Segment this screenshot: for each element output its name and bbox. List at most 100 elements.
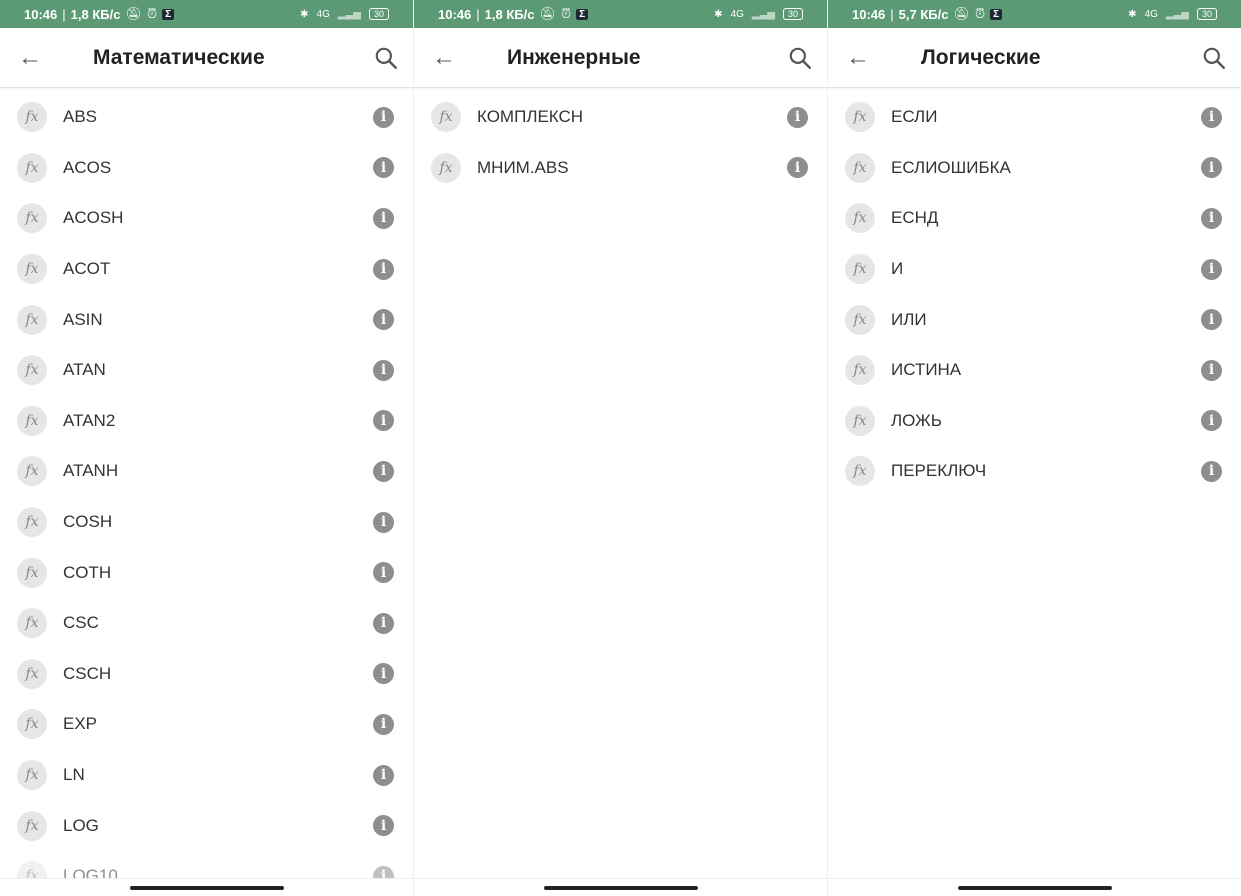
function-icon: fx xyxy=(17,152,47,183)
function-list-item[interactable]: fx МНИМ.ABS i xyxy=(414,143,827,194)
function-list-item[interactable]: fx ACOS i xyxy=(0,143,413,194)
page-title: Инженерные xyxy=(507,45,641,69)
info-icon[interactable]: i xyxy=(373,207,394,229)
info-icon[interactable]: i xyxy=(373,815,394,837)
function-name: ASIN xyxy=(63,309,103,329)
info-icon[interactable]: i xyxy=(373,612,394,634)
info-icon[interactable]: i xyxy=(373,460,394,482)
function-icon: fx xyxy=(845,203,875,234)
info-icon[interactable]: i xyxy=(373,258,394,280)
function-name: ACOS xyxy=(63,157,112,177)
function-list-item[interactable]: fx КОМПЛЕКСН i xyxy=(414,92,827,143)
battery-icon: 30 xyxy=(1196,8,1217,20)
status-speed: 1,8 КБ/с xyxy=(70,6,121,22)
status-speed: 5,7 КБ/с xyxy=(898,6,949,22)
function-list-item[interactable]: fx ЕСЛИОШИБКА i xyxy=(828,143,1241,194)
search-icon[interactable] xyxy=(373,45,399,71)
function-list-item[interactable]: fx LOG i xyxy=(0,800,413,851)
bluetooth-icon: ✱ xyxy=(1128,8,1137,20)
function-list-item[interactable]: fx CSC i xyxy=(0,598,413,649)
alarm-icon: ⏰︎ xyxy=(974,6,986,21)
function-icon: fx xyxy=(845,405,875,436)
status-bar: 10:46 | 1,8 КБ/с 🔕︎ ⏰︎ Σ ✱ 4G ▂▃▅ 30 xyxy=(414,0,827,28)
function-list-item[interactable]: fx ACOSH i xyxy=(0,193,413,244)
app-header: ← Математические xyxy=(0,28,413,88)
network-signal-icon: 4G xyxy=(316,8,330,20)
home-indicator[interactable] xyxy=(129,886,284,890)
alarm-icon: ⏰︎ xyxy=(146,6,158,21)
info-icon[interactable]: i xyxy=(1201,157,1222,179)
function-icon: fx xyxy=(431,102,461,133)
function-list-item[interactable]: fx ASIN i xyxy=(0,294,413,345)
bluetooth-icon: ✱ xyxy=(714,8,723,20)
info-icon[interactable]: i xyxy=(373,106,394,128)
function-list: fx ЕСЛИ i fx ЕСЛИОШИБКА i fx ЕСНД i fx И… xyxy=(828,88,1241,497)
info-icon[interactable]: i xyxy=(787,157,808,179)
home-indicator[interactable] xyxy=(543,886,698,890)
back-arrow-icon[interactable]: ← xyxy=(414,44,474,72)
function-list-item[interactable]: fx ATAN2 i xyxy=(0,396,413,447)
function-list-item[interactable]: fx И i xyxy=(828,244,1241,295)
screen-2: 10:46 | 1,8 КБ/с 🔕︎ ⏰︎ Σ ✱ 4G ▂▃▅ 30 ← И… xyxy=(414,0,828,896)
info-icon[interactable]: i xyxy=(373,410,394,432)
network-signal-icon: 4G xyxy=(730,8,744,20)
function-list-item[interactable]: fx ИСТИНА i xyxy=(828,345,1241,396)
function-icon: fx xyxy=(17,608,47,639)
page-title: Математические xyxy=(93,45,265,69)
function-list-item[interactable]: fx COTH i xyxy=(0,547,413,598)
status-speed: 1,8 КБ/с xyxy=(484,6,535,22)
info-icon[interactable]: i xyxy=(373,713,394,735)
function-name: ИЛИ xyxy=(891,309,927,329)
function-name: LN xyxy=(63,765,85,785)
function-name: ЛОЖЬ xyxy=(891,410,942,430)
info-icon[interactable]: i xyxy=(1201,460,1222,482)
status-time: 10:46 xyxy=(438,6,472,22)
function-list-item[interactable]: fx CSCH i xyxy=(0,649,413,700)
info-icon[interactable]: i xyxy=(1201,410,1222,432)
info-icon[interactable]: i xyxy=(373,157,394,179)
function-list-item[interactable]: fx ЕСНД i xyxy=(828,193,1241,244)
function-list-item[interactable]: fx ЛОЖЬ i xyxy=(828,396,1241,447)
function-icon: fx xyxy=(17,507,47,538)
back-arrow-icon[interactable]: ← xyxy=(828,44,888,72)
sigma-app-icon: Σ xyxy=(162,8,175,20)
info-icon[interactable]: i xyxy=(373,511,394,533)
screen-1: 10:46 | 1,8 КБ/с 🔕︎ ⏰︎ Σ ✱ 4G ▂▃▅ 30 ← М… xyxy=(0,0,414,896)
info-icon[interactable]: i xyxy=(373,562,394,584)
function-list-item[interactable]: fx ATANH i xyxy=(0,446,413,497)
search-icon[interactable] xyxy=(1201,45,1227,71)
bluetooth-icon: ✱ xyxy=(300,8,309,20)
function-list-item[interactable]: fx ACOT i xyxy=(0,244,413,295)
back-arrow-icon[interactable]: ← xyxy=(0,44,60,72)
function-list-item[interactable]: fx ИЛИ i xyxy=(828,294,1241,345)
function-list-item[interactable]: fx ATAN i xyxy=(0,345,413,396)
function-name: И xyxy=(891,259,904,279)
info-icon[interactable]: i xyxy=(373,309,394,331)
status-time: 10:46 xyxy=(24,6,58,22)
function-name: МНИМ.ABS xyxy=(477,157,569,177)
function-list-item[interactable]: fx COSH i xyxy=(0,497,413,548)
info-icon[interactable]: i xyxy=(1201,258,1222,280)
function-list-item[interactable]: fx EXP i xyxy=(0,699,413,750)
navigation-bar xyxy=(0,878,413,896)
alarm-icon: ⏰︎ xyxy=(560,6,572,21)
info-icon[interactable]: i xyxy=(1201,106,1222,128)
home-indicator[interactable] xyxy=(957,886,1112,890)
function-name: CSCH xyxy=(63,663,112,683)
info-icon[interactable]: i xyxy=(787,106,808,128)
sigma-app-icon: Σ xyxy=(990,8,1003,20)
search-icon[interactable] xyxy=(787,45,813,71)
function-icon: fx xyxy=(845,102,875,133)
function-list-item[interactable]: fx ЕСЛИ i xyxy=(828,92,1241,143)
info-icon[interactable]: i xyxy=(1201,309,1222,331)
info-icon[interactable]: i xyxy=(373,663,394,685)
info-icon[interactable]: i xyxy=(373,764,394,786)
info-icon[interactable]: i xyxy=(373,359,394,381)
function-list-item[interactable]: fx LN i xyxy=(0,750,413,801)
info-icon[interactable]: i xyxy=(1201,359,1222,381)
function-list-item[interactable]: fx ABS i xyxy=(0,92,413,143)
status-separator: | xyxy=(890,6,894,22)
function-list-item[interactable]: fx ПЕРЕКЛЮЧ i xyxy=(828,446,1241,497)
info-icon[interactable]: i xyxy=(1201,207,1222,229)
function-icon: fx xyxy=(845,355,875,386)
